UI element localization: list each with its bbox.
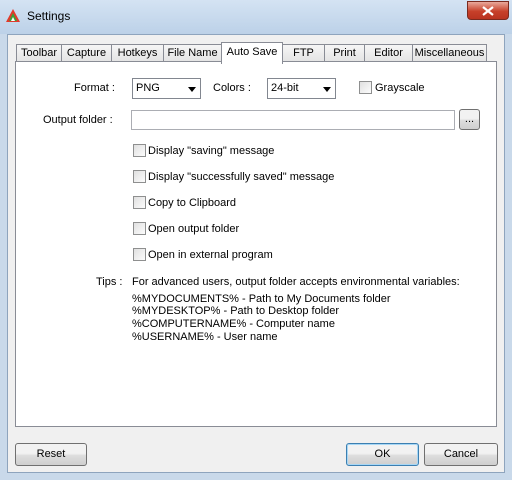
auto-save-panel: Format : PNG Colors : 24-bit Grayscale O… — [15, 61, 497, 427]
tips-line: %MYDESKTOP% - Path to Desktop folder — [132, 305, 340, 317]
ok-button[interactable]: OK — [346, 443, 419, 466]
tab-auto-save[interactable]: Auto Save — [221, 42, 283, 64]
cancel-label: Cancel — [443, 448, 479, 460]
open-output-folder-checkbox[interactable] — [133, 222, 146, 235]
reset-button[interactable]: Reset — [15, 443, 87, 466]
browse-label: ... — [464, 113, 475, 125]
tips-line: %MYDOCUMENTS% - Path to My Documents fol… — [132, 293, 391, 305]
tab-label: FTP — [293, 47, 314, 59]
cancel-button[interactable]: Cancel — [424, 443, 498, 466]
browse-button[interactable]: ... — [459, 109, 480, 130]
tips-label: Tips : — [96, 276, 123, 288]
tips-line: For advanced users, output folder accept… — [132, 276, 460, 288]
tab-label: Toolbar — [20, 47, 58, 59]
tab-hotkeys[interactable]: Hotkeys — [111, 44, 164, 62]
tab-label: Capture — [66, 47, 107, 59]
tab-label: Hotkeys — [117, 47, 158, 59]
copy-clipboard-label: Copy to Clipboard — [148, 197, 237, 209]
ok-label: OK — [374, 448, 391, 460]
close-icon — [482, 6, 494, 16]
open-output-folder-label: Open output folder — [148, 223, 240, 235]
tab-miscellaneous[interactable]: Miscellaneous — [412, 44, 487, 62]
tips-line: %USERNAME% - User name — [132, 331, 278, 343]
display-saving-label: Display "saving" message — [148, 145, 275, 157]
colors-value: 24-bit — [271, 82, 299, 94]
open-external-checkbox[interactable] — [133, 248, 146, 261]
display-saved-checkbox[interactable] — [133, 170, 146, 183]
copy-clipboard-checkbox[interactable] — [133, 196, 146, 209]
reset-label: Reset — [36, 448, 66, 460]
output-folder-label: Output folder : — [43, 114, 113, 126]
tab-label: Auto Save — [226, 46, 278, 58]
tab-label: File Name — [167, 47, 218, 59]
tab-label: Editor — [374, 47, 403, 59]
format-select[interactable]: PNG — [132, 78, 201, 99]
display-saving-checkbox[interactable] — [133, 144, 146, 157]
window-title: Settings — [27, 9, 71, 23]
display-saved-label: Display "successfully saved" message — [148, 171, 335, 183]
colors-select[interactable]: 24-bit — [267, 78, 336, 99]
grayscale-checkbox[interactable] — [359, 81, 372, 94]
tab-toolbar[interactable]: Toolbar — [16, 44, 62, 62]
tab-editor[interactable]: Editor — [364, 44, 413, 62]
chevron-down-icon — [188, 87, 196, 92]
output-folder-input[interactable] — [131, 110, 455, 130]
tab-print[interactable]: Print — [324, 44, 365, 62]
dialog-body: Toolbar Capture Hotkeys File Name Auto S… — [7, 34, 505, 473]
title-bar: Settings — [0, 0, 512, 34]
format-label: Format : — [74, 82, 115, 94]
tab-file-name[interactable]: File Name — [163, 44, 222, 62]
colors-label: Colors : — [213, 82, 251, 94]
grayscale-label: Grayscale — [375, 82, 425, 94]
open-external-label: Open in external program — [148, 249, 273, 261]
close-button[interactable] — [467, 1, 509, 20]
tab-label: Print — [333, 47, 356, 59]
tips-line: %COMPUTERNAME% - Computer name — [132, 318, 335, 330]
chevron-down-icon — [323, 87, 331, 92]
tab-ftp[interactable]: FTP — [282, 44, 325, 62]
tab-capture[interactable]: Capture — [61, 44, 112, 62]
app-icon — [5, 8, 21, 24]
format-value: PNG — [136, 82, 160, 94]
tab-label: Miscellaneous — [414, 47, 485, 59]
